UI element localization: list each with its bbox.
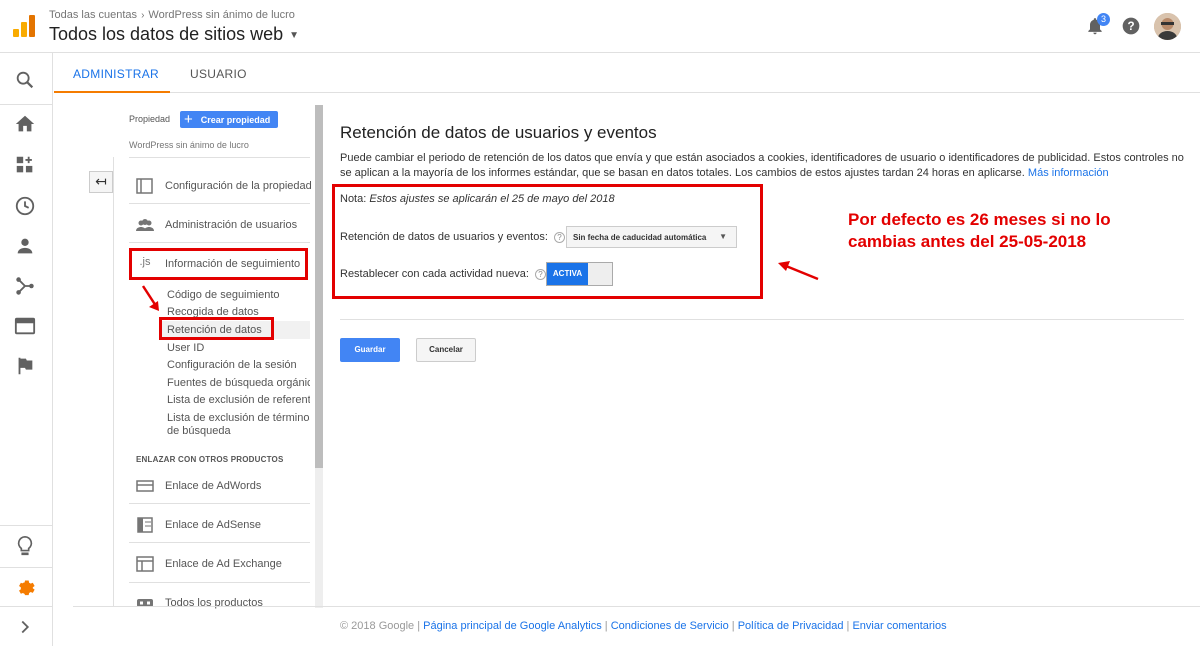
footer-link-feedback[interactable]: Enviar comentarios [852,620,946,632]
annotation-box-retention [159,317,274,340]
avatar[interactable] [1154,13,1181,40]
property-label: Propiedad [129,114,171,124]
menu-label: Todos los productos [165,597,263,609]
page-title: Retención de datos de usuarios y eventos [340,123,657,142]
menu-all-products[interactable]: Todos los productos [136,595,263,611]
subitem-organic-sources[interactable]: Fuentes de búsqueda orgánic [167,377,310,389]
acquisition-icon[interactable] [14,275,36,297]
menu-label: Enlace de AdSense [165,519,262,531]
toggle-on-state: ACTIVA [547,263,588,285]
caret-down-icon: ▼ [719,232,727,241]
save-button[interactable]: Guardar [340,338,400,362]
view-title[interactable]: Todos los datos de sitios web [49,24,283,45]
link-icon [137,599,153,607]
section-header: ENLAZAR CON OTROS PRODUCTOS [136,455,284,464]
people-icon [136,219,154,231]
tab-user[interactable]: USUARIO [190,67,247,81]
active-tab-indicator [54,91,170,93]
menu-label: Administración de usuarios [165,219,298,231]
annotation-line-2: cambias antes del 25-05-2018 [848,232,1087,251]
menu-adwords-link[interactable]: Enlace de AdWords [136,478,261,494]
footer-link-terms[interactable]: Condiciones de Servicio [611,620,729,632]
annotation-arrow-settings [778,261,819,281]
adsense-icon [137,517,153,533]
annotation-arrow-menu [141,285,159,311]
menu-property-settings[interactable]: Configuración de la propiedad [136,178,312,194]
top-bar: Todas las cuentas › WordPress sin ánimo … [0,0,1200,53]
menu-label: Configuración de la propiedad [165,180,312,192]
notification-badge: 3 [1097,13,1110,26]
note: Nota: Estos ajustes se aplicarán el 25 d… [340,193,615,205]
expand-icon[interactable] [14,616,36,638]
search-icon[interactable] [14,69,36,91]
menu-adsense-link[interactable]: Enlace de AdSense [136,517,261,533]
retention-dropdown[interactable]: Sin fecha de caducidad automática ▼ [566,226,737,248]
cancel-button[interactable]: Cancelar [416,338,476,362]
menu-adexchange-link[interactable]: Enlace de Ad Exchange [136,556,282,572]
annotation-line-1: Por defecto es 26 meses si no lo [848,210,1111,229]
behavior-icon[interactable] [14,315,36,337]
subitem-referral-exclusion[interactable]: Lista de exclusión de referent [167,394,310,406]
subitem-search-term-exclusion-2[interactable]: de búsqueda [167,425,231,437]
breadcrumb-all-accounts[interactable]: Todas las cuentas [49,9,137,21]
analytics-logo[interactable] [12,14,36,38]
help-icon[interactable]: ? [1121,16,1141,36]
adexchange-icon [136,556,154,572]
subitem-user-id[interactable]: User ID [167,342,204,354]
footer: © 2018 Google | Página principal de Goog… [340,620,947,632]
reset-field-label: Restablecer con cada actividad nueva: ? [340,268,546,280]
create-property-label: Crear propiedad [200,114,271,125]
chevron-right-icon: › [141,9,145,21]
retention-label: Retención de datos de usuarios y eventos… [340,231,548,243]
admin-tabs: ADMINISTRAR USUARIO [54,53,1200,93]
footer-link-ga-home[interactable]: Página principal de Google Analytics [423,620,602,632]
flag-icon[interactable] [14,355,36,377]
settings-page-icon [136,178,153,194]
retention-dropdown-value: Sin fecha de caducidad automática [573,232,707,242]
more-info-link[interactable]: Más información [1028,167,1109,179]
home-icon[interactable] [14,113,36,135]
annotation-note: Por defecto es 26 meses si no lo cambias… [848,209,1148,253]
view-selector[interactable]: Todos los datos de sitios web ▼ [49,24,299,45]
note-text: Estos ajustes se aplicarán el 25 de mayo… [369,193,615,205]
create-property-button[interactable]: + Crear propiedad [180,111,278,128]
left-nav [0,53,53,646]
subitem-tracking-code[interactable]: Código de seguimiento [167,289,280,301]
person-icon[interactable] [14,235,36,257]
caret-down-icon[interactable]: ▼ [289,30,299,41]
lightbulb-icon[interactable] [14,535,36,557]
breadcrumb[interactable]: Todas las cuentas › WordPress sin ánimo … [49,9,295,21]
footer-copyright: © 2018 Google [340,620,415,632]
reset-toggle[interactable]: ACTIVA [546,262,613,286]
help-icon[interactable]: ? [553,231,565,243]
menu-label: Enlace de AdWords [165,480,262,492]
tab-admin[interactable]: ADMINISTRAR [73,67,159,81]
breadcrumb-account[interactable]: WordPress sin ánimo de lucro [148,9,295,21]
scrollbar-thumb[interactable] [315,105,323,468]
menu-label: Enlace de Ad Exchange [165,558,282,570]
subitem-session-settings[interactable]: Configuración de la sesión [167,359,297,371]
subitem-search-term-exclusion[interactable]: Lista de exclusión de términos [167,412,310,424]
page-description: Puede cambiar el periodo de retención de… [340,151,1185,181]
plus-icon: + [184,111,193,128]
customization-icon[interactable] [14,154,36,176]
menu-user-management[interactable]: Administración de usuarios [136,217,297,233]
clock-icon[interactable] [14,195,36,217]
retention-field-label: Retención de datos de usuarios y eventos… [340,231,565,243]
property-name[interactable]: WordPress sin ánimo de lucro [129,140,249,150]
gear-icon[interactable] [14,575,36,597]
reset-label: Restablecer con cada actividad nueva: [340,268,529,280]
annotation-box-tracking [129,248,308,280]
back-arrow-icon[interactable]: ↤ [89,171,113,193]
svg-text:?: ? [1127,20,1134,33]
help-icon[interactable]: ? [534,268,546,280]
footer-link-privacy[interactable]: Política de Privacidad [738,620,844,632]
note-label: Nota: [340,193,367,205]
adwords-icon [136,480,154,492]
